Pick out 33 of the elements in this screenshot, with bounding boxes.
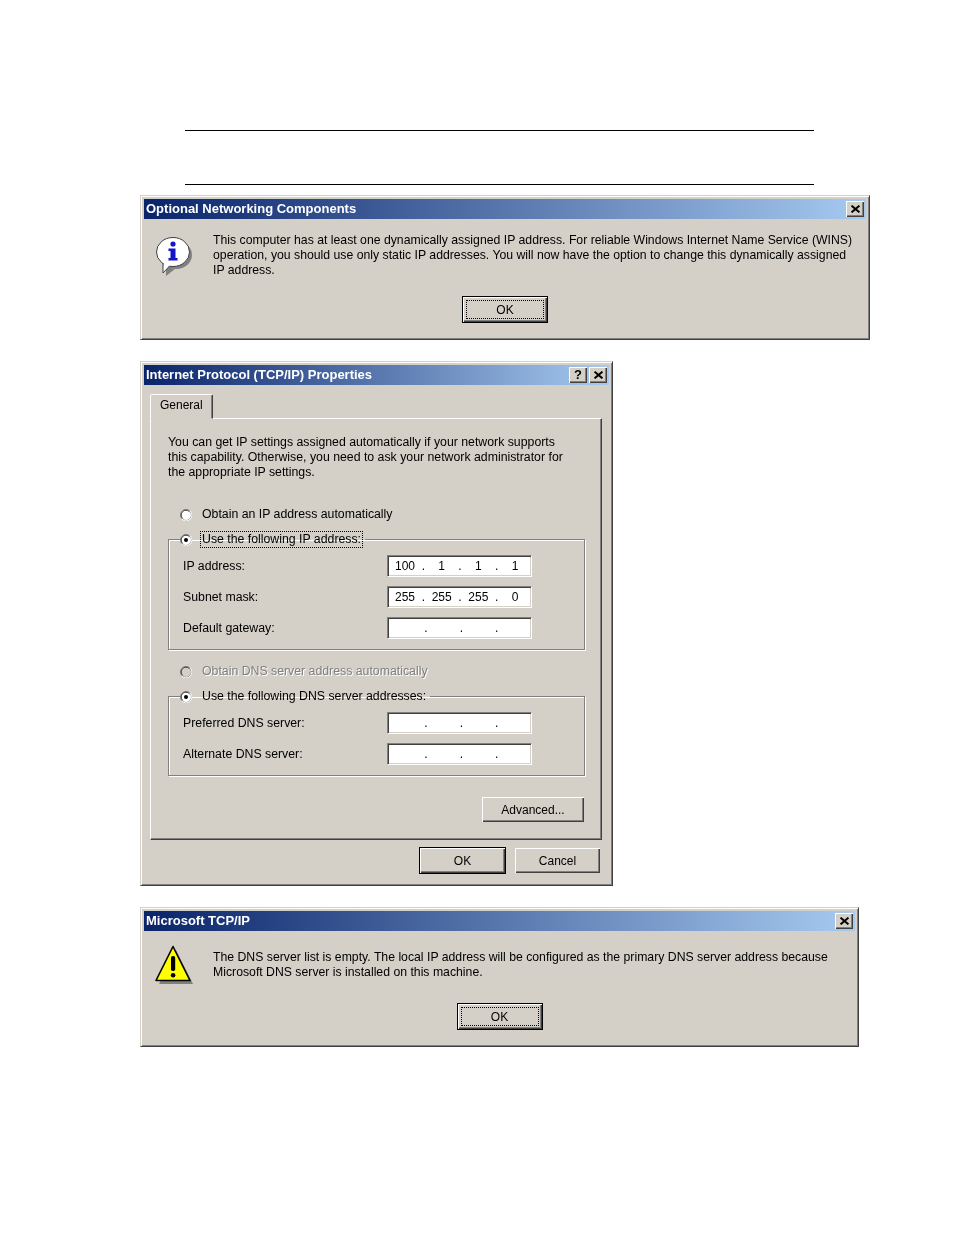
field-label: Default gateway: [183,621,276,635]
dialog-button[interactable]: OK [462,296,548,323]
close-icon [850,205,860,213]
field-label: Alternate DNS server: [183,747,304,761]
ip-address-field[interactable]: 255 . 255 . 255 . 0 [387,586,532,608]
close-icon [593,371,603,379]
ip-address-field[interactable]: . . . [387,712,532,734]
field-label: IP address: [183,559,246,573]
help-button[interactable]: ? [569,367,587,383]
message-text: The DNS server list is empty. The local IP address will be configured as the primary DNS server address because Microsoft DNS server is installed on this machine. [213,950,829,980]
description-text: You can get IP settings assigned automatically if your network supports this capability. Otherwise, you need to ask your network administrator for the appropriate IP settings. [168,435,564,480]
close-icon [839,917,849,925]
dialog-button[interactable]: Cancel [514,847,601,874]
ip-address-field[interactable]: . . . [387,743,532,765]
close-button[interactable] [846,201,864,217]
close-button[interactable] [835,913,853,929]
radio-option[interactable]: Use the following DNS server addresses: [180,688,429,705]
window-title: Internet Protocol (TCP/IP) Properties [146,367,374,383]
advanced-button[interactable]: Advanced... [481,796,585,823]
window-title: Microsoft TCP/IP [146,913,251,929]
tab[interactable]: General [150,394,213,419]
radio-option[interactable]: Obtain an IP address automatically [180,506,585,523]
ip-address-field[interactable]: 100 . 1 . 1 . 1 [387,555,532,577]
dialog-button[interactable]: OK [456,1003,543,1030]
close-button[interactable] [589,367,607,383]
message-text: This computer has at least one dynamically assigned IP address. For reliable Windows Internet Name Service (WINS) operation, you should use only static IP addresses. You will now have the option to change this dynamically assigned IP address. [213,233,854,278]
window-title: Optional Networking Components [146,201,358,217]
field-label: Subnet mask: [183,590,260,604]
info-icon [155,235,193,276]
dialog-button[interactable]: OK [419,847,506,874]
ip-address-field[interactable]: . . . [387,617,532,639]
warning-icon [155,945,193,985]
field-label: Preferred DNS server: [183,716,306,730]
